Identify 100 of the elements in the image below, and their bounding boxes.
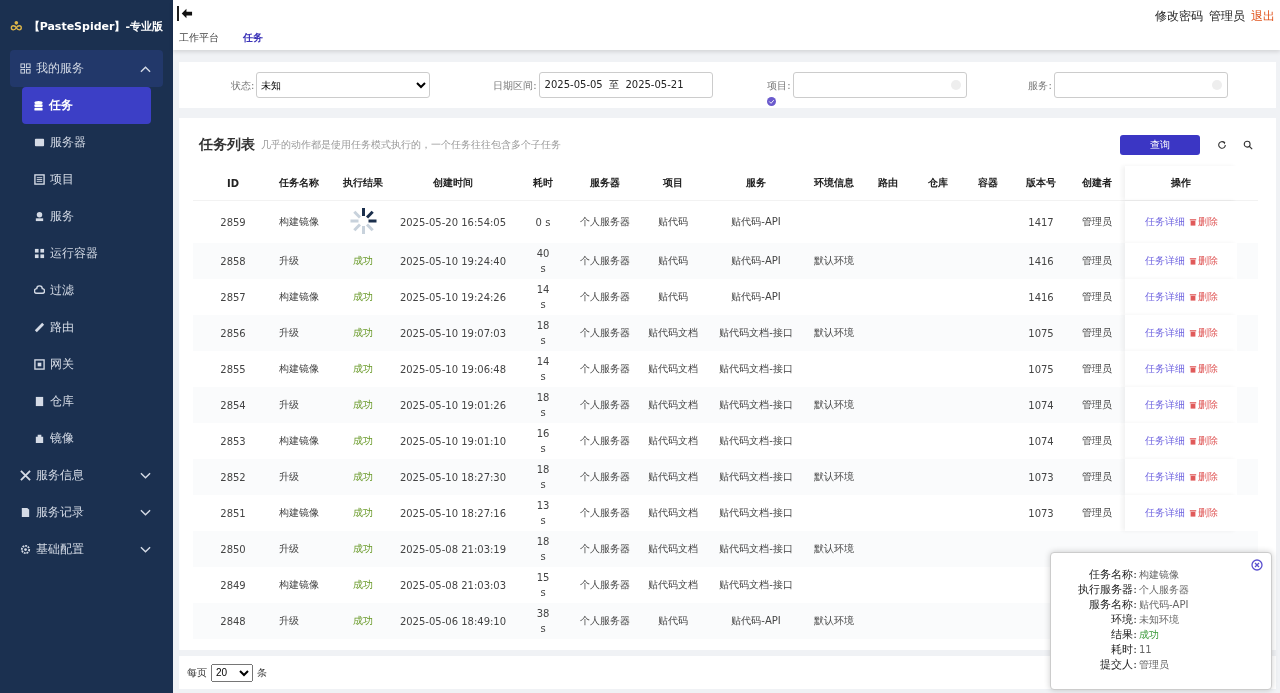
menu-item[interactable]: 路由 <box>0 309 173 346</box>
menu-item[interactable]: 项目 <box>0 161 173 198</box>
table-cell-text: 0 s <box>535 215 551 230</box>
table-cell-text: 贴代码 <box>657 290 689 304</box>
table-cell-text: 2856 <box>219 327 247 339</box>
delete-link[interactable]: 删除 <box>1188 434 1218 448</box>
delete-link[interactable]: 删除 <box>1188 398 1218 412</box>
menu-group[interactable]: 服务信息 <box>0 457 173 494</box>
detail-link[interactable]: 任务详细 <box>1144 434 1185 448</box>
gear-icon <box>20 544 31 555</box>
status-text: 成功 <box>353 543 373 554</box>
table-cell-text: 2025-05-08 21:03:19 <box>398 543 508 555</box>
menu-item[interactable]: 服务 <box>0 198 173 235</box>
menu-group[interactable]: 基础配置 <box>0 531 173 568</box>
status-select[interactable]: 未知 <box>256 72 431 98</box>
column-header: 项目 <box>662 176 684 190</box>
table-cell-text: 贴代码文档 <box>647 434 699 448</box>
list-icon <box>34 174 45 185</box>
delete-link[interactable]: 删除 <box>1188 254 1218 268</box>
table-cell: 1073 <box>1028 507 1054 519</box>
menu-item[interactable]: 运行容器 <box>0 235 173 272</box>
menu-item[interactable]: 网关 <box>0 346 173 383</box>
menu-item[interactable]: 过滤 <box>0 272 173 309</box>
table-cell-text: 18 s <box>535 535 551 564</box>
page-size-select[interactable]: 20 <box>211 663 253 682</box>
table-cell-text: 18 s <box>535 319 551 348</box>
service-field[interactable] <box>1053 72 1228 98</box>
delete-link[interactable]: 删除 <box>1188 506 1218 520</box>
delete-link[interactable]: 删除 <box>1188 215 1218 229</box>
popup-value: 贴代码-API <box>1139 598 1189 612</box>
table-cell: 1075 <box>1028 363 1054 375</box>
menu-group[interactable]: 服务记录 <box>0 494 173 531</box>
table-cell-text: 贴代码-API <box>730 215 782 229</box>
close-icon[interactable] <box>1251 559 1263 571</box>
trash-icon <box>1188 473 1197 481</box>
query-button[interactable]: 查询 <box>1120 135 1200 155</box>
search-icon[interactable] <box>1243 140 1253 150</box>
breadcrumb-tab[interactable]: 工作平台 <box>179 31 219 45</box>
menu-item[interactable]: 任务 <box>22 87 151 124</box>
breadcrumb-tab[interactable]: 任务 <box>243 31 263 45</box>
column-header: 仓库 <box>927 176 949 190</box>
project-field[interactable] <box>792 72 967 98</box>
chevron-icon <box>140 508 151 517</box>
box-icon <box>34 396 45 407</box>
table-cell-text: 个人服务器 <box>579 614 631 628</box>
status-text: 成功 <box>353 399 373 410</box>
table-cell: 管理员 <box>1082 255 1112 266</box>
delete-link[interactable]: 删除 <box>1188 326 1218 340</box>
detail-link[interactable]: 任务详细 <box>1144 215 1185 229</box>
chevron-icon <box>140 545 151 554</box>
server-icon <box>34 137 45 148</box>
header-link[interactable]: 退出 <box>1251 8 1275 25</box>
table-cell-text: 构建镜像 <box>278 215 320 229</box>
table-cell-text: 贴代码文档-接口 <box>718 362 794 376</box>
table-cell-text: 贴代码文档 <box>647 542 699 556</box>
refresh-icon[interactable] <box>1217 140 1227 150</box>
table-cell-text: 升级 <box>278 254 300 268</box>
table-cell: 1416 <box>1028 255 1054 267</box>
table-cell-text: 个人服务器 <box>579 290 631 304</box>
table-cell-text: 升级 <box>278 326 300 340</box>
delete-link[interactable]: 删除 <box>1188 290 1218 304</box>
delete-link[interactable]: 删除 <box>1188 470 1218 484</box>
menu-item[interactable]: 服务器 <box>0 124 173 161</box>
status-text: 成功 <box>353 471 373 482</box>
menu-item[interactable]: 镜像 <box>0 420 173 457</box>
header-link[interactable]: 修改密码 <box>1155 8 1203 25</box>
table-cell-text: 个人服务器 <box>579 398 631 412</box>
field-label: 项目: <box>767 79 791 93</box>
trash-icon <box>1188 437 1197 445</box>
detail-link[interactable]: 任务详细 <box>1144 398 1185 412</box>
grid-icon <box>20 63 31 74</box>
detail-link[interactable]: 任务详细 <box>1144 362 1185 376</box>
table-cell-text: 2849 <box>219 579 247 591</box>
collapse-icon[interactable] <box>177 6 194 21</box>
menu-group[interactable]: 我的服务 <box>10 50 163 87</box>
popup-value: 个人服务器 <box>1139 583 1189 597</box>
popup-label: 环境: <box>1110 612 1137 627</box>
status-text: 成功 <box>353 291 373 302</box>
table-cell-text: 贴代码-API <box>730 614 782 628</box>
detail-link[interactable]: 任务详细 <box>1144 290 1185 304</box>
detail-link[interactable]: 任务详细 <box>1144 254 1185 268</box>
table-cell-text: 2858 <box>219 255 247 267</box>
detail-link[interactable]: 任务详细 <box>1144 506 1185 520</box>
chevron-icon <box>140 471 151 480</box>
menu-item[interactable]: 仓库 <box>0 383 173 420</box>
table-cell-text: 38 s <box>535 607 551 636</box>
detail-link[interactable]: 任务详细 <box>1144 326 1185 340</box>
table-cell-text: 贴代码文档-接口 <box>718 398 794 412</box>
table-cell-text: 个人服务器 <box>579 326 631 340</box>
delete-link[interactable]: 删除 <box>1188 362 1218 376</box>
date-range-field[interactable]: 2025-05-05 至 2025-05-21 <box>538 72 713 98</box>
table-cell-text: 2025-05-10 19:24:40 <box>398 255 508 267</box>
detail-link[interactable]: 任务详细 <box>1144 470 1185 484</box>
table-cell: 管理员 <box>1082 507 1112 518</box>
table-cell-text: 个人服务器 <box>579 578 631 592</box>
table-cell: 管理员 <box>1082 471 1112 482</box>
table-cell-text: 13 s <box>535 499 551 528</box>
tools-icon <box>20 470 31 481</box>
header-link[interactable]: 管理员 <box>1209 8 1245 25</box>
table-cell-text: 贴代码文档-接口 <box>718 434 794 448</box>
